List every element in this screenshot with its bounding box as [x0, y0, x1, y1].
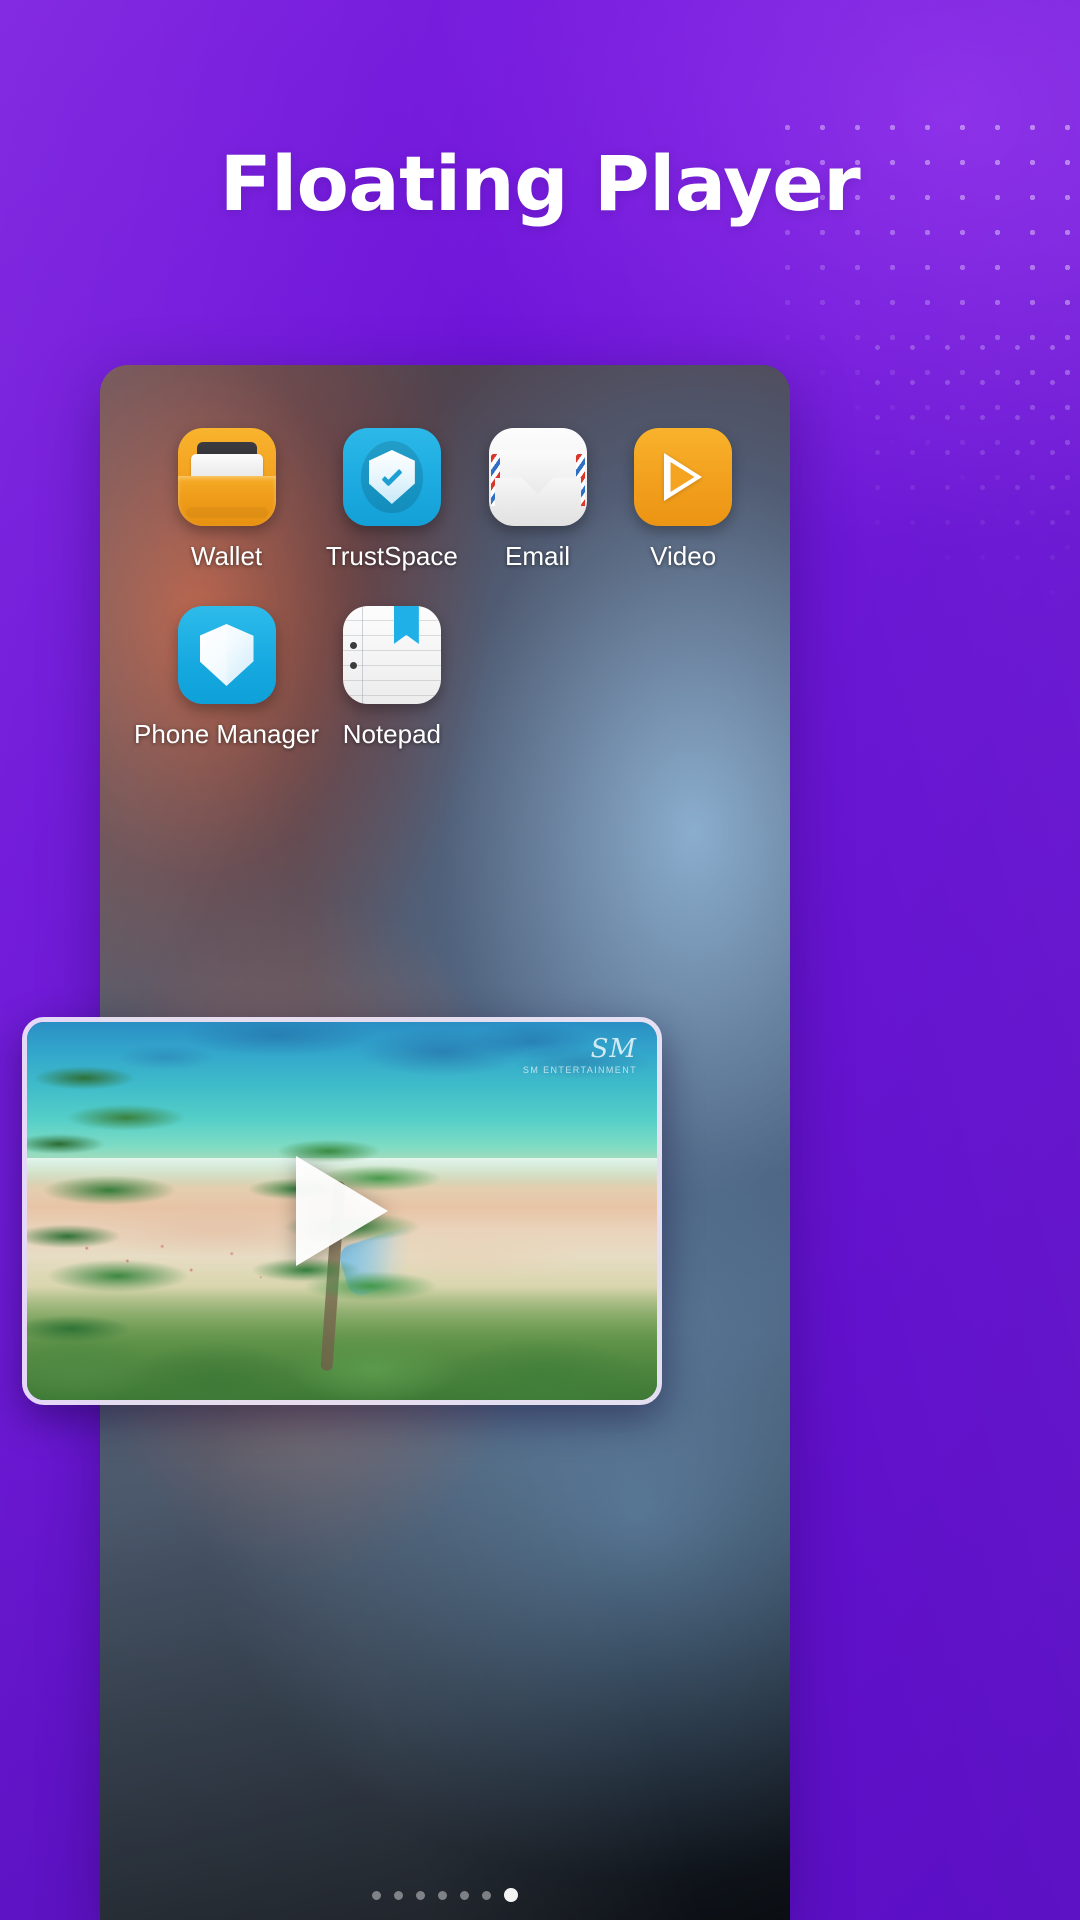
page-dot[interactable] — [438, 1890, 447, 1900]
play-triangle-icon[interactable] — [634, 428, 733, 526]
page-indicator[interactable] — [100, 1888, 790, 1902]
notepad-margin — [361, 606, 363, 704]
app-item-notepad[interactable]: Notepad — [319, 606, 465, 750]
envelope-icon[interactable] — [488, 428, 587, 526]
app-item-wallet[interactable]: Wallet — [134, 428, 319, 572]
decorative-dot-pattern-secondary — [860, 330, 1080, 710]
shield-check-icon[interactable] — [342, 428, 441, 526]
app-label: Video — [650, 541, 717, 571]
app-grid: Wallet TrustSpace Email Video Phone Mana… — [100, 428, 790, 750]
page-dot[interactable] — [482, 1890, 491, 1900]
page-dot[interactable] — [394, 1890, 403, 1900]
page-title: Floating Player — [219, 139, 861, 228]
play-icon[interactable] — [296, 1156, 388, 1266]
notepad-bullet-one — [349, 642, 357, 649]
app-label: TrustSpace — [325, 541, 458, 571]
notepad-bullet-two — [349, 662, 357, 669]
notepad-lines — [342, 606, 441, 704]
app-label: Email — [505, 541, 571, 571]
watermark-subtitle: SM ENTERTAINMENT — [522, 1065, 637, 1075]
app-label: Wallet — [190, 541, 263, 571]
page-dot-active[interactable] — [504, 1888, 518, 1902]
app-item-video[interactable]: Video — [610, 428, 756, 572]
app-label: Notepad — [342, 719, 442, 749]
floating-video-player[interactable]: SM SM ENTERTAINMENT — [22, 1017, 662, 1405]
watermark-mark: SM — [590, 1034, 637, 1064]
app-item-email[interactable]: Email — [465, 428, 611, 572]
palm-tree-left — [27, 1044, 227, 1375]
play-triangle-inner — [670, 462, 695, 492]
page-dot[interactable] — [416, 1890, 425, 1900]
page-dot[interactable] — [460, 1890, 469, 1900]
app-item-trustspace[interactable]: TrustSpace — [319, 428, 465, 572]
wallet-icon[interactable] — [177, 428, 276, 526]
wallet-pocket — [177, 476, 276, 526]
phone-manager-shield — [199, 624, 254, 686]
video-watermark: SM SM ENTERTAINMENT — [523, 1036, 637, 1075]
page-dot[interactable] — [372, 1890, 381, 1900]
app-label: Phone Manager — [134, 719, 320, 749]
notepad-icon[interactable] — [342, 606, 441, 704]
app-item-phone-manager[interactable]: Phone Manager — [134, 606, 319, 750]
shield-icon[interactable] — [177, 606, 276, 704]
